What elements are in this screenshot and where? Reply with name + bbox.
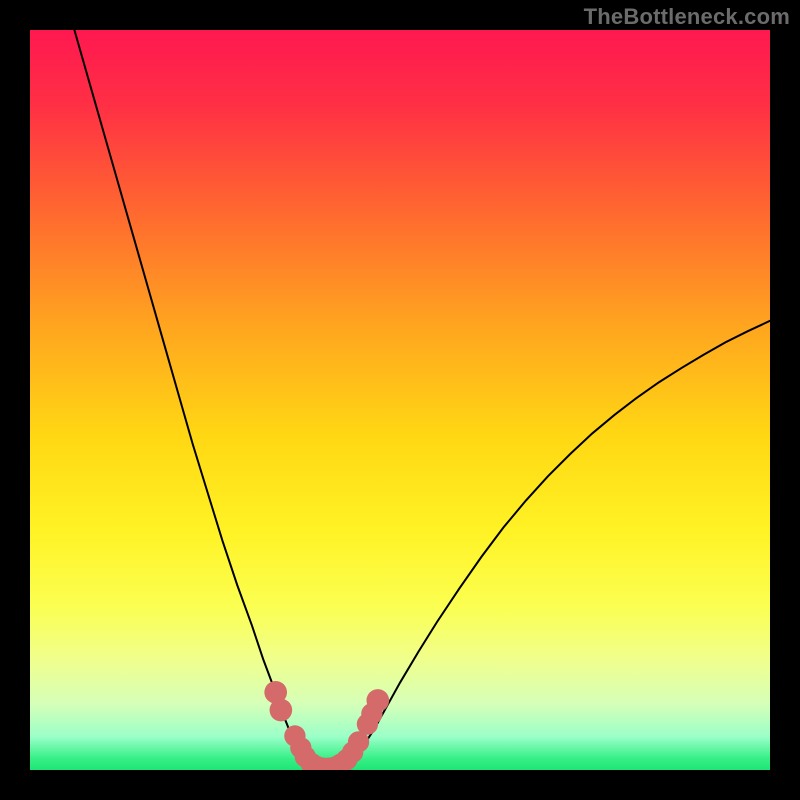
chart-svg [30, 30, 770, 770]
marker-dot [366, 689, 389, 712]
outer-frame: TheBottleneck.com [0, 0, 800, 800]
plot-area [30, 30, 770, 770]
gradient-background [30, 30, 770, 770]
watermark-text: TheBottleneck.com [584, 4, 790, 30]
marker-dot [270, 699, 293, 722]
